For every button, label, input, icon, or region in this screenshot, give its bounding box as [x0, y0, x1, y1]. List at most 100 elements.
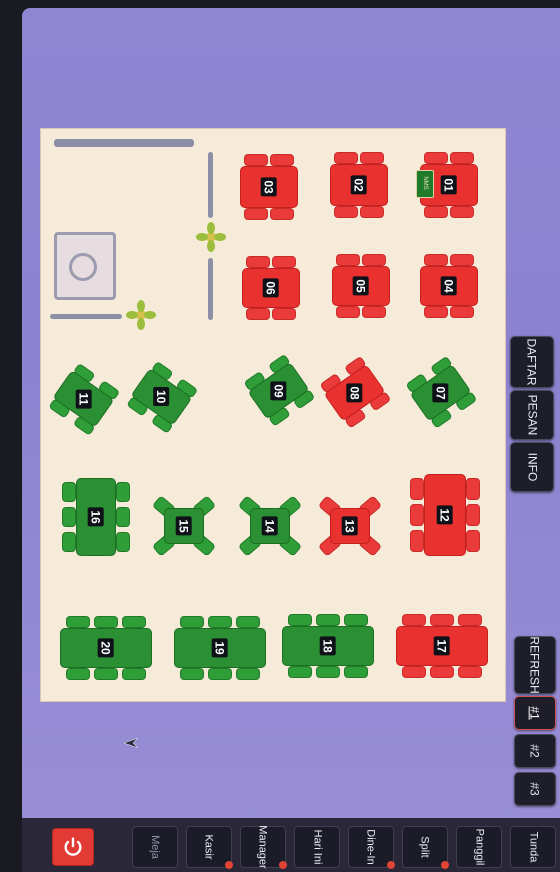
panggil-button[interactable]: Panggil: [456, 826, 502, 868]
table-top: 04: [420, 266, 478, 306]
table-number: 05: [352, 276, 369, 296]
table-number: 12: [436, 505, 453, 525]
chair: [430, 666, 454, 678]
page-1-button[interactable]: #1: [514, 696, 556, 730]
chair: [180, 616, 204, 628]
notification-dot: [225, 861, 233, 869]
tunda-label: Tunda: [526, 831, 539, 863]
chair: [316, 614, 340, 626]
notification-dot: [441, 861, 449, 869]
table-number: 10: [153, 387, 170, 407]
table-number: 06: [262, 278, 279, 298]
table-number: 16: [87, 507, 104, 527]
chair: [336, 306, 360, 318]
chair: [244, 154, 268, 166]
chair: [410, 530, 424, 552]
table-top: 13: [330, 508, 370, 544]
chair: [336, 254, 360, 266]
kasir-button[interactable]: Kasir: [186, 826, 233, 869]
page-2-button[interactable]: #2: [514, 734, 556, 768]
table-04[interactable]: 04: [418, 254, 480, 318]
dine-in-label: Dine-In: [365, 829, 377, 865]
table-13[interactable]: 13: [317, 495, 383, 557]
page-3-button[interactable]: #3: [514, 772, 556, 806]
chair: [270, 154, 294, 166]
chair: [362, 306, 386, 318]
table-05[interactable]: 05: [330, 254, 392, 318]
table-18[interactable]: 18: [282, 614, 374, 678]
chair: [316, 666, 340, 678]
pesan-label: PESAN: [525, 394, 539, 436]
tunda-button[interactable]: Tunda: [510, 826, 556, 868]
order-ticket[interactable]: NMS: [416, 170, 434, 198]
table-number: 02: [350, 175, 367, 195]
chair: [244, 208, 268, 220]
table-06[interactable]: 06: [240, 256, 302, 320]
chair: [246, 308, 270, 320]
table-number: 04: [440, 276, 457, 296]
chair: [272, 256, 296, 268]
info-label: INFO: [524, 452, 539, 482]
table-top: 16: [76, 478, 116, 556]
chair: [334, 206, 358, 218]
plant-icon: [196, 222, 226, 252]
table-number: 18: [319, 636, 336, 656]
table-top: 18: [282, 626, 374, 666]
table-number: 08: [346, 383, 363, 403]
table-20[interactable]: 20: [60, 616, 152, 680]
table-16[interactable]: 16: [62, 478, 130, 556]
table-number: 03: [260, 177, 277, 197]
table-number: 14: [261, 516, 278, 536]
meja-label: Meja: [149, 835, 161, 859]
kasir-label: Kasir: [203, 834, 215, 860]
info-button[interactable]: INFO: [510, 442, 554, 492]
pesan-button[interactable]: PESAN: [510, 390, 554, 440]
table-17[interactable]: 17: [396, 614, 488, 678]
chair: [410, 478, 424, 500]
meja-button[interactable]: Meja: [132, 826, 178, 868]
chair: [410, 504, 424, 526]
manager-label: Manager: [256, 825, 269, 869]
hari-ini-label: Hari Ini: [311, 829, 323, 865]
chair: [402, 666, 426, 678]
manager-button[interactable]: Manager: [240, 825, 287, 869]
chair: [62, 482, 76, 502]
table-14[interactable]: 14: [237, 495, 303, 557]
chair: [62, 532, 76, 552]
wall-top: [54, 139, 194, 147]
table-top: 12: [424, 474, 466, 556]
split-button[interactable]: Split: [402, 826, 449, 869]
chair: [66, 616, 90, 628]
power-button[interactable]: [52, 828, 94, 866]
chair: [458, 614, 482, 626]
dine-in-button[interactable]: Dine-In: [348, 826, 395, 869]
chair: [334, 152, 358, 164]
daftar-button[interactable]: DAFTAR: [510, 336, 554, 388]
refresh-button[interactable]: REFRESH: [514, 636, 556, 694]
table-15[interactable]: 15: [151, 495, 217, 557]
chair: [450, 254, 474, 266]
chair: [402, 614, 426, 626]
chair: [236, 616, 260, 628]
table-top: 14: [250, 508, 290, 544]
chair: [122, 616, 146, 628]
table-number: 09: [270, 381, 287, 401]
table-top: 06: [242, 268, 300, 308]
notification-dot: [279, 861, 287, 869]
table-12[interactable]: 12: [410, 474, 480, 556]
chair: [466, 504, 480, 526]
chair: [116, 482, 130, 502]
chair: [424, 152, 448, 164]
table-number: 11: [75, 389, 92, 409]
table-top: 15: [164, 508, 204, 544]
hari-ini-button[interactable]: Hari Ini: [294, 826, 340, 868]
plant-icon: [126, 300, 156, 330]
page-2-label: #2: [527, 744, 542, 758]
partition-upper: [208, 152, 213, 218]
table-19[interactable]: 19: [174, 616, 266, 680]
chair: [62, 507, 76, 527]
table-02[interactable]: 02: [328, 152, 390, 218]
chair: [270, 208, 294, 220]
table-03[interactable]: 03: [238, 154, 300, 220]
page-1-label: #1: [527, 706, 542, 720]
